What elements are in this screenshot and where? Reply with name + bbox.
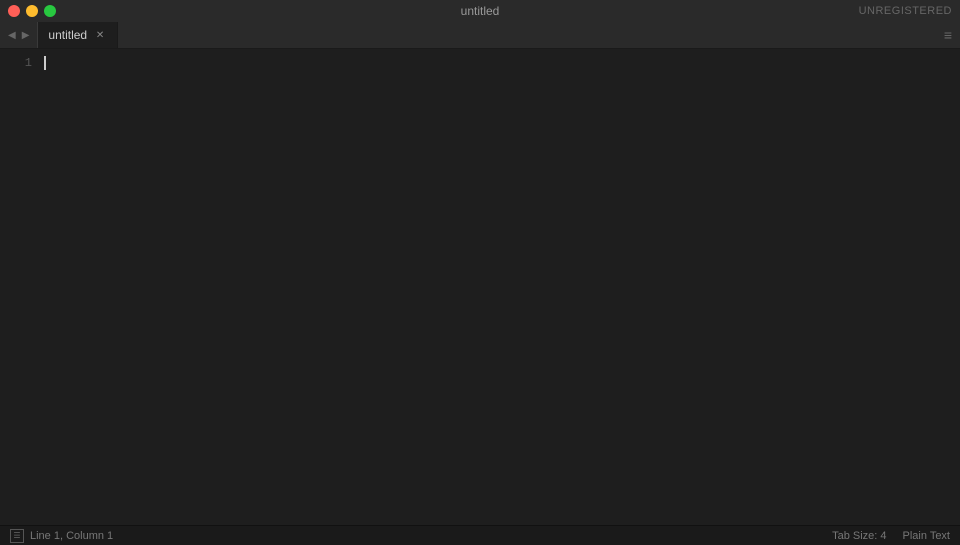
cursor-position[interactable]: Line 1, Column 1 (30, 530, 113, 542)
tab-navigation: ◀ ▶ (0, 28, 37, 43)
settings-icon[interactable]: ≡ (944, 27, 952, 43)
minimize-button[interactable] (26, 5, 38, 17)
window-title: untitled (461, 4, 500, 18)
tab-close-button[interactable]: ✕ (93, 28, 107, 42)
tab-size-indicator[interactable]: Tab Size: 4 (832, 530, 886, 542)
traffic-lights (8, 5, 56, 17)
maximize-button[interactable] (44, 5, 56, 17)
status-right: Tab Size: 4 Plain Text (832, 530, 950, 542)
tab-untitled[interactable]: untitled ✕ (37, 22, 118, 48)
tab-label: untitled (48, 28, 87, 42)
tab-bar: ◀ ▶ untitled ✕ ≡ (0, 22, 960, 49)
file-type-indicator[interactable]: Plain Text (903, 530, 951, 542)
status-bar: ☰ Line 1, Column 1 Tab Size: 4 Plain Tex… (0, 525, 960, 545)
status-indicator-icon: ☰ (13, 531, 20, 540)
text-cursor (44, 56, 46, 70)
editor-container: 1 (0, 49, 960, 525)
title-bar: untitled UNREGISTERED (0, 0, 960, 22)
line-number-1: 1 (25, 53, 32, 73)
tab-arrow-left[interactable]: ◀ (6, 28, 18, 43)
registration-status: UNREGISTERED (859, 5, 952, 17)
line-gutter: 1 (0, 49, 40, 525)
editor-content[interactable] (40, 49, 960, 525)
close-button[interactable] (8, 5, 20, 17)
status-indicator: ☰ (10, 529, 24, 543)
tab-arrow-right[interactable]: ▶ (20, 28, 32, 43)
status-left: ☰ Line 1, Column 1 (10, 529, 113, 543)
